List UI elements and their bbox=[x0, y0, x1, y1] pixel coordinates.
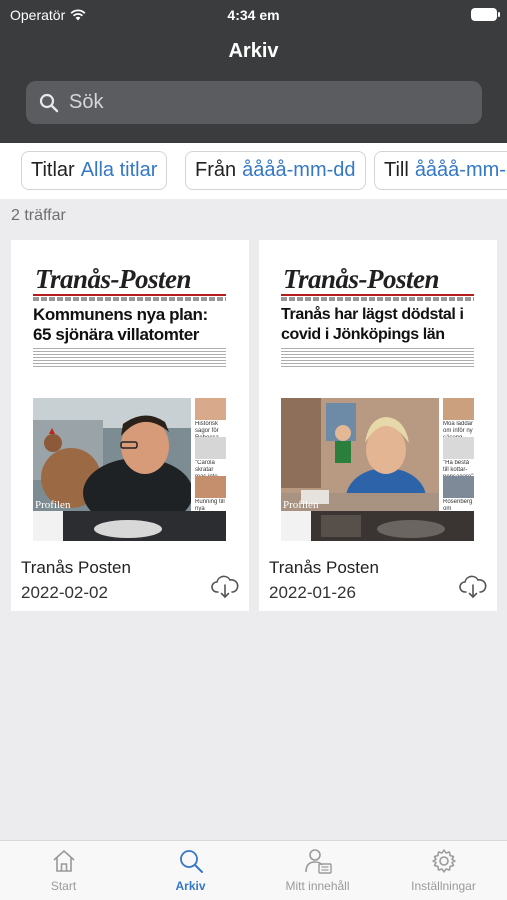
battery-icon bbox=[471, 8, 500, 21]
sidebar-thumb bbox=[443, 437, 474, 459]
filter-from-chip[interactable]: Från åååå-mm-dd bbox=[185, 151, 366, 190]
cover-masthead: Tranås-Posten bbox=[283, 265, 440, 294]
cover-headline: Tranås har lägst dödstal i covid i Jönkö… bbox=[281, 306, 464, 343]
sidebar-thumb bbox=[443, 476, 474, 498]
user-content-icon bbox=[304, 849, 332, 874]
tab-label: Inställningar bbox=[411, 879, 476, 893]
page-title: Arkiv bbox=[228, 40, 279, 62]
cover-ad bbox=[281, 511, 474, 541]
tab-label: Mitt innehåll bbox=[285, 879, 350, 893]
tab-bar: Start Arkiv Mitt innehåll Inställningar bbox=[0, 840, 507, 900]
wifi-icon bbox=[70, 9, 86, 21]
filter-key: Till bbox=[384, 159, 409, 181]
photo-caption: Profilen bbox=[35, 499, 71, 511]
carrier: Operatör bbox=[10, 7, 86, 23]
issue-date: 2022-02-02 bbox=[21, 583, 108, 602]
home-icon bbox=[52, 850, 75, 872]
issue-title: Tranås Posten bbox=[269, 558, 379, 577]
download-cloud-icon[interactable] bbox=[459, 575, 487, 599]
tab-label: Arkiv bbox=[175, 879, 206, 893]
tab-label: Start bbox=[50, 879, 77, 893]
carrier-label: Operatör bbox=[10, 7, 66, 23]
photo-caption: Profilen bbox=[283, 499, 319, 511]
filter-value: Alla titlar bbox=[80, 159, 158, 181]
cover-sidebar: Moa laddar om inför ny säsong "Ha bestå … bbox=[443, 398, 474, 515]
masthead-rule bbox=[281, 294, 474, 296]
issue-date: 2022-01-26 bbox=[269, 583, 356, 602]
sidebar-teaser: "Ha bestå till kottar-pensagare" bbox=[443, 460, 474, 476]
filter-key: Titlar bbox=[31, 159, 75, 181]
header: Operatör 4:34 em Arkiv bbox=[0, 0, 507, 143]
status-bar: Operatör 4:34 em bbox=[10, 6, 500, 24]
masthead-rule bbox=[33, 294, 226, 296]
results-count: 2 träffar bbox=[11, 207, 66, 224]
clock: 4:34 em bbox=[227, 7, 280, 23]
cover-photo: Profilen bbox=[281, 398, 439, 528]
issue-title: Tranås Posten bbox=[21, 558, 131, 577]
cover-text-columns bbox=[33, 348, 226, 368]
sidebar-thumb bbox=[195, 398, 226, 420]
tab-mitt-innehall[interactable]: Mitt innehåll bbox=[254, 847, 381, 893]
cover-ad bbox=[33, 511, 226, 541]
filter-titles-chip[interactable]: Titlar Alla titlar bbox=[21, 151, 168, 190]
tab-installningar[interactable]: Inställningar bbox=[380, 847, 507, 893]
filter-key: Från bbox=[195, 159, 237, 181]
cover-photo: Profilen bbox=[33, 398, 193, 528]
issue-card[interactable]: Tranås-Posten Kommunens nya plan: 65 sjö… bbox=[11, 240, 249, 611]
filter-value: åååå-mm-dd bbox=[414, 159, 507, 181]
filter-bar: Titlar Alla titlar Från åååå-mm-dd Till … bbox=[0, 143, 507, 199]
search-icon bbox=[179, 850, 203, 873]
sidebar-thumb bbox=[195, 437, 226, 459]
tab-start[interactable]: Start bbox=[0, 847, 127, 893]
filter-value: åååå-mm-dd bbox=[242, 159, 356, 181]
issue-card[interactable]: Tranås-Posten Tranås har lägst dödstal i… bbox=[259, 240, 497, 611]
sidebar-teaser: "Carola skratar mas inte bort" bbox=[195, 460, 218, 476]
issue-cover[interactable]: Tranås-Posten Kommunens nya plan: 65 sjö… bbox=[33, 265, 226, 541]
sidebar-thumb bbox=[443, 398, 474, 420]
sidebar-teaser: Moa laddar om inför ny säsong bbox=[443, 421, 474, 437]
masthead-subline bbox=[281, 297, 474, 301]
cover-sidebar: Historisk sagor för Rebecca "Carola skra… bbox=[195, 398, 226, 515]
masthead-subline bbox=[33, 297, 226, 301]
cover-text-columns bbox=[281, 348, 474, 368]
sidebar-thumb bbox=[195, 476, 226, 498]
gear-icon bbox=[431, 849, 456, 873]
cover-masthead: Tranås-Posten bbox=[35, 265, 192, 294]
search-icon bbox=[39, 93, 59, 112]
search-input[interactable] bbox=[69, 91, 469, 114]
tab-arkiv[interactable]: Arkiv bbox=[127, 847, 254, 893]
filter-to-chip[interactable]: Till åååå-mm-dd bbox=[374, 151, 507, 190]
download-cloud-icon[interactable] bbox=[211, 575, 239, 599]
search-bar[interactable] bbox=[26, 81, 482, 124]
sidebar-teaser: Historisk sagor för Rebecca bbox=[195, 421, 219, 437]
issue-cover[interactable]: Tranås-Posten Tranås har lägst dödstal i… bbox=[281, 265, 474, 541]
cover-headline: Kommunens nya plan: 65 sjönära villatomt… bbox=[33, 305, 208, 344]
